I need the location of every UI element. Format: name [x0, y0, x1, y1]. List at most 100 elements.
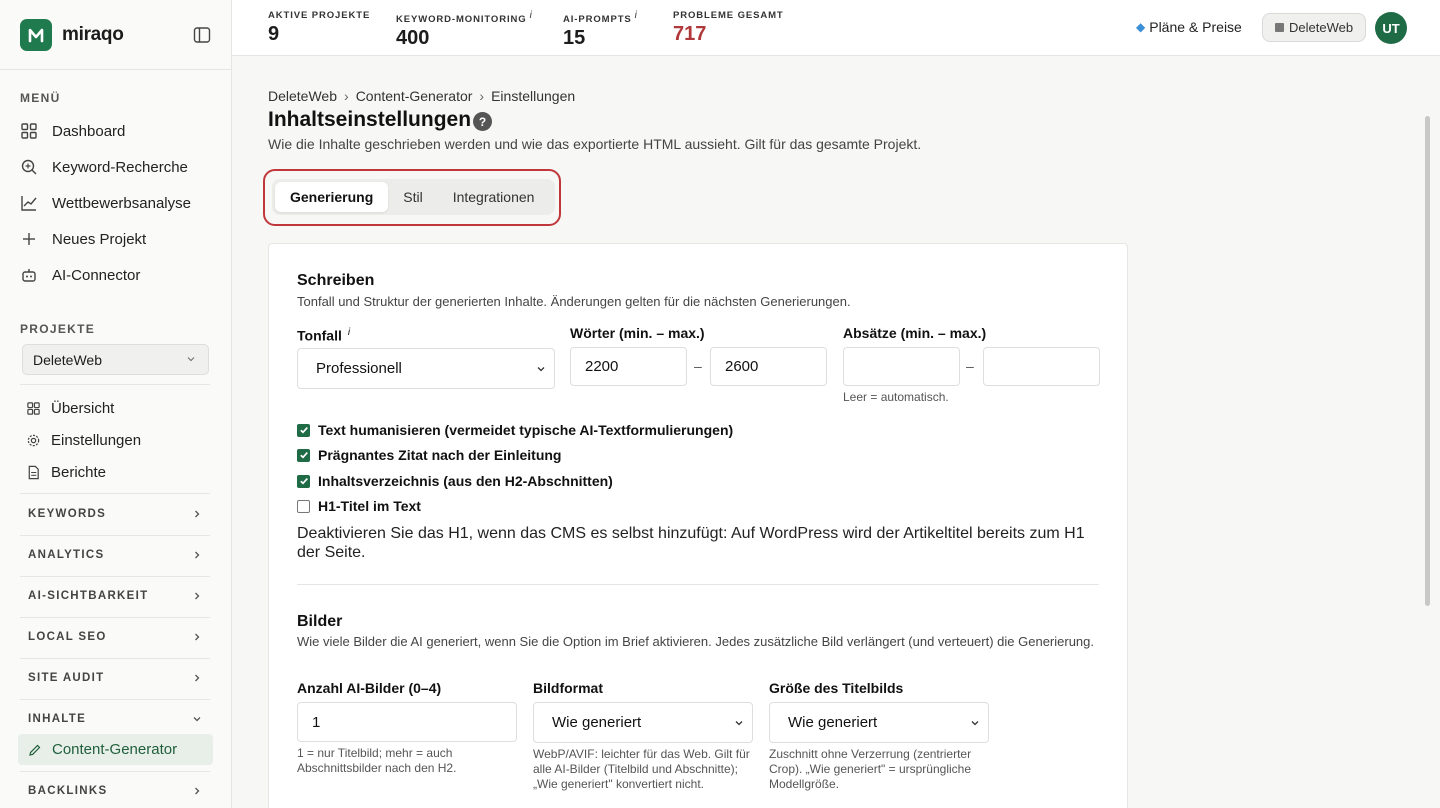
tab-integrationen[interactable]: Integrationen	[438, 182, 550, 212]
search-icon	[21, 159, 37, 175]
sidebar-toggle-icon[interactable]	[193, 26, 211, 44]
stat-value: 400	[396, 27, 430, 50]
words-max-input[interactable]: 2600	[710, 347, 827, 386]
section-description: Tonfall und Struktur der generierten Inh…	[297, 294, 851, 309]
document-icon	[28, 465, 39, 479]
sidebar-group-label: LOCAL SEO	[28, 631, 107, 643]
sidebar-group-site-audit[interactable]: SITE AUDIT	[20, 659, 210, 697]
checkbox-toc[interactable]: Inhaltsverzeichnis (aus den H2-Abschnitt…	[297, 473, 613, 489]
stat-label: AKTIVE PROJEKTE	[268, 10, 371, 21]
page-title: Inhaltseinstellungen	[268, 108, 472, 131]
tab-bar: Generierung Stil Integrationen	[272, 179, 555, 215]
scrollbar[interactable]	[1425, 116, 1430, 606]
tab-generierung[interactable]: Generierung	[275, 182, 389, 212]
image-format-select[interactable]: Wie generiert	[533, 702, 753, 743]
project-switcher-label: DeleteWeb	[1289, 20, 1354, 35]
project-switcher-button[interactable]: DeleteWeb	[1262, 13, 1367, 42]
breadcrumb: DeleteWeb › Content-Generator › Einstell…	[268, 88, 575, 104]
checkbox-h1[interactable]: H1-Titel im Text	[297, 498, 421, 514]
sidebar-group-analytics[interactable]: ANALYTICS	[20, 536, 210, 574]
chevron-right-icon	[195, 592, 200, 600]
stat-value: 717	[673, 23, 707, 45]
sidebar-item-label: Berichte	[51, 463, 107, 481]
info-icon[interactable]: i	[530, 10, 533, 21]
nav-item-keyword-recherche[interactable]: Keyword-Recherche	[20, 149, 220, 185]
checkbox-checked-icon[interactable]	[297, 423, 310, 437]
nav-item-label: Neues Projekt	[52, 230, 147, 248]
checkbox-quote[interactable]: Prägnantes Zitat nach der Einleitung	[297, 447, 561, 463]
logo-text[interactable]: miraqo	[62, 24, 124, 46]
nav-item-wettbewerbsanalyse[interactable]: Wettbewerbsanalyse	[20, 185, 220, 221]
divider	[20, 384, 210, 385]
divider	[20, 493, 210, 494]
logo-icon[interactable]	[20, 18, 52, 51]
stat-label: AI-PROMPTS i	[563, 10, 638, 26]
nav-item-neues-projekt[interactable]: Neues Projekt	[20, 221, 220, 257]
stat-label: PROBLEME GESAMT	[673, 10, 784, 21]
nav-item-ai-connector[interactable]: AI-Connector	[20, 257, 220, 293]
chevron-right-icon	[195, 633, 200, 641]
tone-select[interactable]: Professionell	[297, 348, 555, 389]
paragraphs-label: Absätze (min. – max.)	[843, 325, 987, 341]
sidebar-item-uebersicht[interactable]: Übersicht	[26, 393, 114, 423]
sidebar-item-berichte[interactable]: Berichte	[26, 457, 106, 487]
sidebar-item-label: Einstellungen	[51, 431, 142, 449]
breadcrumb-item[interactable]: DeleteWeb	[268, 88, 337, 104]
breadcrumb-item[interactable]: Content-Generator	[356, 88, 473, 104]
sidebar-item-einstellungen[interactable]: Einstellungen	[26, 425, 141, 455]
image-format-label: Bildformat	[533, 680, 603, 696]
section-heading-bilder: Bilder	[297, 613, 343, 630]
breadcrumb-separator: ›	[479, 88, 485, 104]
checkbox-checked-icon[interactable]	[297, 474, 310, 488]
sidebar-group-label: INHALTE	[28, 713, 87, 725]
diamond-icon: ◆	[1136, 20, 1146, 34]
h1-note: Deaktivieren Sie das H1, wenn das CMS es…	[297, 525, 1085, 561]
words-label: Wörter (min. – max.)	[570, 325, 705, 341]
nav-item-dashboard[interactable]: Dashboard	[20, 113, 220, 149]
sidebar-group-label: AI-SICHTBARKEIT	[28, 590, 149, 602]
stat-aktive-projekte: AKTIVE PROJEKTE 9	[268, 10, 370, 46]
info-icon[interactable]: i	[348, 327, 350, 338]
robot-icon	[22, 269, 36, 282]
checkbox-label: H1-Titel im Text	[318, 498, 421, 514]
grid-icon	[27, 401, 40, 415]
plans-link[interactable]: ◆ Pläne & Preise	[1136, 19, 1242, 35]
help-icon[interactable]: ?	[473, 112, 492, 131]
paragraphs-min-input[interactable]	[843, 347, 960, 386]
tone-select-value: Professionell	[316, 360, 402, 377]
logo-row: miraqo	[0, 0, 231, 70]
sidebar-group-backlinks[interactable]: BACKLINKS	[20, 772, 210, 808]
paragraphs-max-input[interactable]	[983, 347, 1100, 386]
sidebar-group-keywords[interactable]: KEYWORDS	[20, 495, 210, 533]
section-divider	[297, 584, 1099, 585]
image-count-input[interactable]: 1	[297, 702, 517, 742]
settings-card: Schreiben Tonfall und Struktur der gener…	[268, 243, 1128, 808]
sidebar-group-inhalte[interactable]: INHALTE	[20, 700, 210, 738]
pencil-icon	[29, 744, 41, 756]
words-min-input[interactable]: 2200	[570, 347, 687, 386]
chevron-right-icon	[195, 787, 200, 795]
nav-item-label: Wettbewerbsanalyse	[52, 194, 191, 212]
checkbox-label: Text humanisieren (vermeidet typische AI…	[318, 422, 734, 438]
sidebar-group-local-seo[interactable]: LOCAL SEO	[20, 618, 210, 656]
checkbox-humanize[interactable]: Text humanisieren (vermeidet typische AI…	[297, 422, 733, 438]
chevron-down-icon	[537, 367, 545, 372]
sidebar-group-label: KEYWORDS	[28, 508, 107, 520]
sidebar-item-content-generator[interactable]: Content-Generator	[18, 734, 213, 765]
project-select-value: DeleteWeb	[33, 351, 103, 368]
menu-section-label: MENÜ	[20, 91, 61, 105]
chevron-right-icon	[195, 674, 200, 682]
title-image-size-select[interactable]: Wie generiert	[769, 702, 989, 743]
info-icon[interactable]: i	[635, 10, 638, 21]
sidebar: miraqo MENÜ Dashboard Keyword-Recherche …	[0, 0, 232, 808]
checkbox-checked-icon[interactable]	[297, 448, 310, 462]
chevron-down-icon	[735, 721, 743, 726]
image-count-hint: 1 = nur Titelbild; mehr = auch Abschnitt…	[297, 746, 457, 775]
title-image-size-select-value: Wie generiert	[788, 714, 878, 731]
sidebar-group-ai-sichtbarkeit[interactable]: AI-SICHTBARKEIT	[20, 577, 210, 615]
checkbox-unchecked-icon[interactable]	[297, 499, 310, 513]
tab-stil[interactable]: Stil	[388, 182, 437, 212]
avatar[interactable]: UT	[1375, 12, 1407, 44]
range-separator: –	[966, 358, 974, 374]
project-select[interactable]: DeleteWeb	[22, 344, 209, 375]
